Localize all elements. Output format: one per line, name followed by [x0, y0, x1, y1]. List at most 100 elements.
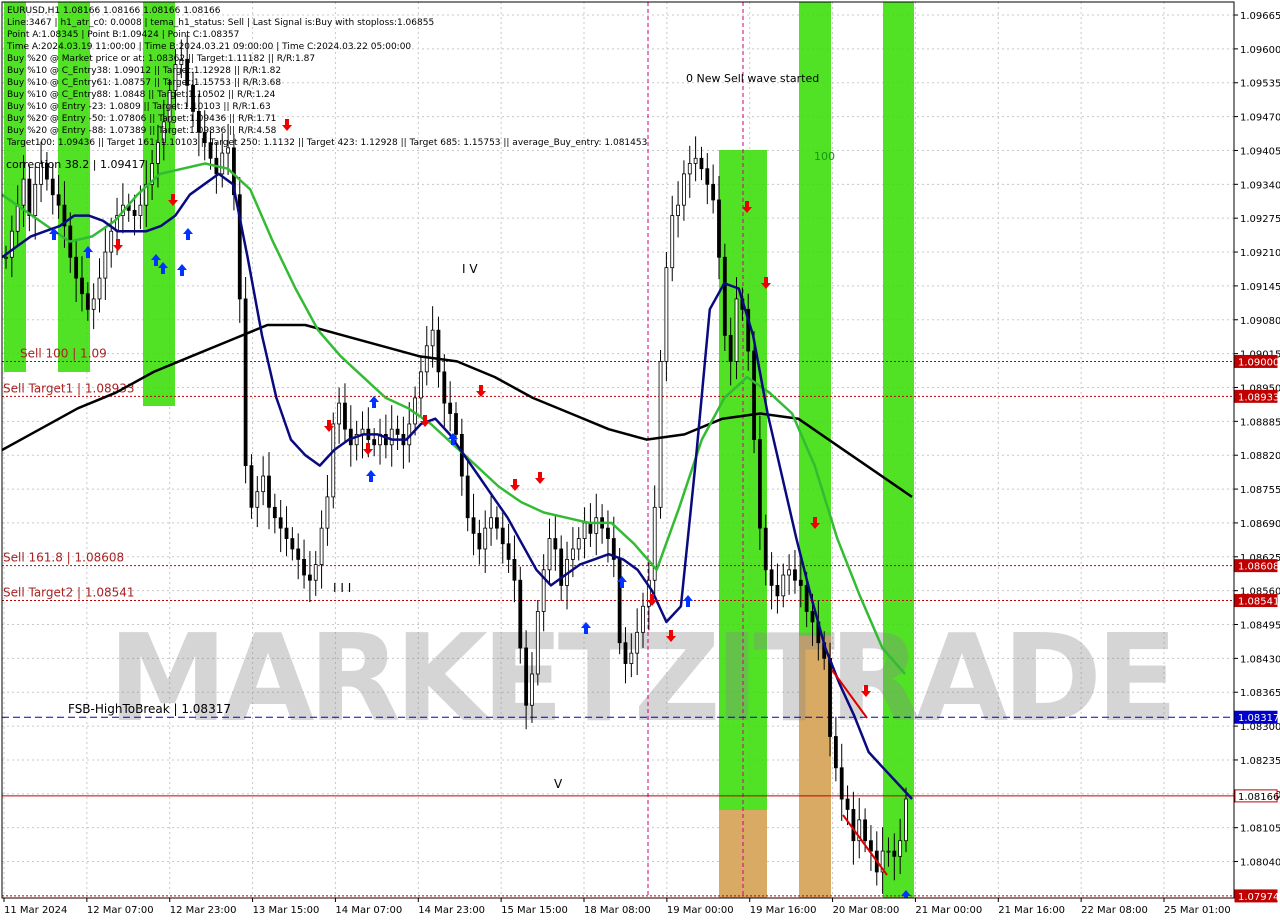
- candle-body: [290, 538, 295, 550]
- candle-body: [769, 569, 774, 586]
- info-line: Buy %20 @ Entry -88: 1.07389 || Target:1…: [7, 126, 277, 136]
- candle-body: [570, 548, 575, 560]
- candle-body: [752, 350, 756, 440]
- time-tick-label: 14 Mar 07:00: [335, 905, 402, 916]
- info-line: Point A:1.08345 | Point B:1.09424 | Poin…: [7, 30, 239, 40]
- candle-body: [892, 850, 897, 857]
- price-tick-label: 1.08040: [1240, 858, 1280, 869]
- candle-body: [506, 543, 511, 560]
- info-line: Buy %10 @ C_Entry88: 1.0848 || Target:1.…: [7, 90, 276, 100]
- candle-body: [471, 517, 476, 534]
- candle-body: [512, 558, 517, 581]
- candle-body: [781, 574, 786, 597]
- candle-body: [337, 402, 342, 425]
- price-tick-label: 1.09145: [1240, 282, 1280, 293]
- time-tick-label: 14 Mar 23:00: [418, 905, 485, 916]
- price-tick-label: 1.08365: [1240, 688, 1280, 699]
- candle-body: [711, 183, 716, 201]
- time-tick-label: 19 Mar 16:00: [750, 905, 817, 916]
- price-tick-label: 1.09080: [1240, 316, 1280, 327]
- candle-body: [898, 840, 903, 857]
- time-tick-label: 20 Mar 08:00: [833, 905, 900, 916]
- price-tick-label: 1.09340: [1240, 180, 1280, 191]
- candle-body: [243, 298, 248, 467]
- price-tick-label: 1.08885: [1240, 417, 1280, 428]
- candle-body: [886, 850, 891, 853]
- signal-zone: [883, 2, 914, 898]
- candle-body: [635, 631, 640, 654]
- info-line: EURUSD,H1 1.08166 1.08166 1.08166 1.0816…: [7, 6, 221, 16]
- candle-body: [833, 736, 838, 769]
- info-line: Time A:2024.03.19 11:00:00 | Time B:2024…: [6, 42, 411, 52]
- candle-body: [588, 522, 593, 534]
- price-tick-label: 1.09405: [1240, 146, 1280, 157]
- candle-body: [839, 767, 844, 800]
- candle-body: [495, 517, 499, 529]
- info-line: Buy %10 @ C_Entry61: 1.08757 || Target:1…: [7, 78, 281, 88]
- price-chart[interactable]: MARKETZITRADE Sell 100 | 1.09 Sell Target…: [0, 0, 1280, 920]
- price-tick-label: 1.09275: [1240, 214, 1280, 225]
- candle-body: [500, 527, 505, 545]
- candle-body: [284, 527, 289, 539]
- price-tag-label: 1.07974: [1238, 892, 1279, 903]
- candle-body: [27, 178, 32, 216]
- price-tag-label: 1.08933: [1238, 392, 1279, 403]
- candle-body: [869, 840, 873, 852]
- wave-status-text: 0 New Sell wave started: [686, 72, 819, 85]
- candle-body: [693, 157, 698, 164]
- candle-body: [717, 199, 721, 258]
- level-label: Sell Target2 | 1.08541: [3, 586, 135, 600]
- candle-body: [483, 527, 488, 550]
- info-line: Line:3467 | h1_atr_c0: 0.0008 | tema_h1_…: [7, 18, 434, 28]
- candle-body: [109, 230, 114, 253]
- candle-body: [524, 647, 529, 706]
- candle-body: [617, 558, 622, 644]
- candle-body: [623, 642, 628, 664]
- price-tag-label: 1.08608: [1238, 562, 1279, 573]
- time-tick-label: 21 Mar 16:00: [998, 905, 1065, 916]
- time-tick-label: 12 Mar 07:00: [87, 905, 154, 916]
- time-tick-label: 25 Mar 01:00: [1164, 905, 1231, 916]
- candle-body: [307, 574, 312, 581]
- price-tick-label: 1.08755: [1240, 485, 1280, 496]
- candle-body: [15, 204, 20, 232]
- percent-label: 100: [814, 150, 835, 163]
- candle-body: [21, 178, 26, 206]
- candle-body: [489, 517, 493, 529]
- candle-body: [372, 439, 377, 446]
- time-tick-label: 15 Mar 15:00: [501, 905, 568, 916]
- candle-body: [810, 611, 815, 623]
- candle-body: [798, 579, 803, 586]
- candle-body: [804, 585, 809, 612]
- candle-body: [828, 657, 832, 737]
- info-line: Buy %20 @ Entry -50: 1.07806 || Target:1…: [7, 114, 276, 124]
- chart-window[interactable]: MARKETZITRADE Sell 100 | 1.09 Sell Target…: [0, 0, 1280, 920]
- time-tick-label: 21 Mar 00:00: [915, 905, 982, 916]
- price-tick-label: 1.08105: [1240, 824, 1280, 835]
- candle-body: [535, 611, 540, 675]
- info-line: Buy %20 @ Market price or at: 1.08362 ||…: [7, 54, 315, 64]
- candle-body: [325, 496, 330, 529]
- candle-body: [576, 538, 581, 550]
- candle-body: [477, 532, 482, 550]
- price-tag-label: 1.09000: [1238, 357, 1279, 368]
- info-line: Buy %10 @ Entry -23: 1.0809 || Target:1.…: [7, 102, 271, 112]
- info-line: Buy %10 @ C_Entry38: 1.09012 || Target:1…: [7, 66, 281, 76]
- price-tick-label: 1.09470: [1240, 113, 1280, 124]
- candle-body: [91, 298, 96, 310]
- candle-body: [851, 809, 856, 842]
- candle-body: [658, 361, 663, 508]
- time-tick-label: 11 Mar 2024: [4, 905, 67, 916]
- price-tick-label: 1.08820: [1240, 451, 1280, 462]
- candle-body: [687, 163, 692, 175]
- candle-body: [722, 256, 727, 336]
- candle-body: [249, 465, 254, 508]
- price-tick-label: 1.08690: [1240, 519, 1280, 530]
- candle-body: [670, 215, 675, 269]
- candle-body: [33, 183, 38, 216]
- candle-body: [97, 277, 102, 300]
- candle-body: [278, 517, 283, 529]
- time-tick-label: 12 Mar 23:00: [170, 905, 237, 916]
- candle-body: [4, 256, 8, 259]
- candle-body: [56, 194, 61, 206]
